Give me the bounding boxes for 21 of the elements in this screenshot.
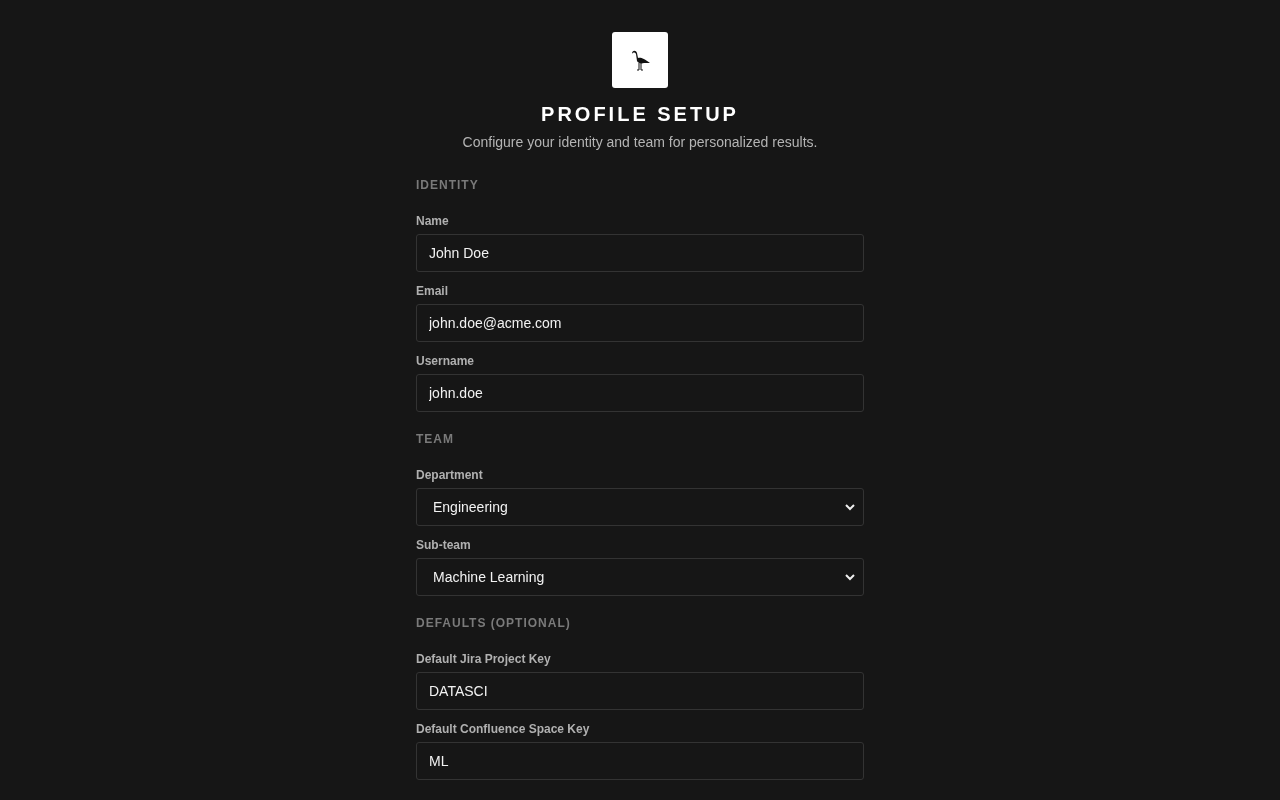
field-label: Name — [416, 213, 450, 229]
input-field[interactable]: DATASCI — [416, 672, 864, 710]
chevron-down-icon — [845, 573, 855, 581]
field-label: Department — [416, 467, 484, 483]
field-label: Default Jira Project Key — [416, 651, 552, 667]
page-subtitle: Configure your identity and team for personalized results. — [462, 133, 818, 152]
input-field[interactable]: john.doe — [416, 374, 864, 412]
section-heading: IDENTITY — [416, 178, 480, 192]
dropdown[interactable]: Machine Learning — [416, 558, 864, 596]
field-label: Email — [416, 283, 449, 299]
dropdown[interactable]: Engineering — [416, 488, 864, 526]
field-label: Default Confluence Space Key — [416, 721, 591, 737]
page-title: PROFILE SETUP — [541, 102, 739, 127]
section-heading: DEFAULTS (OPTIONAL) — [416, 616, 572, 630]
chevron-down-icon — [845, 503, 855, 511]
field-label: Sub-team — [416, 537, 472, 553]
input-field[interactable]: John Doe — [416, 234, 864, 272]
section-heading: TEAM — [416, 432, 455, 446]
input-field[interactable]: john.doe@acme.com — [416, 304, 864, 342]
input-field[interactable]: ML — [416, 742, 864, 780]
field-label: Username — [416, 353, 476, 369]
